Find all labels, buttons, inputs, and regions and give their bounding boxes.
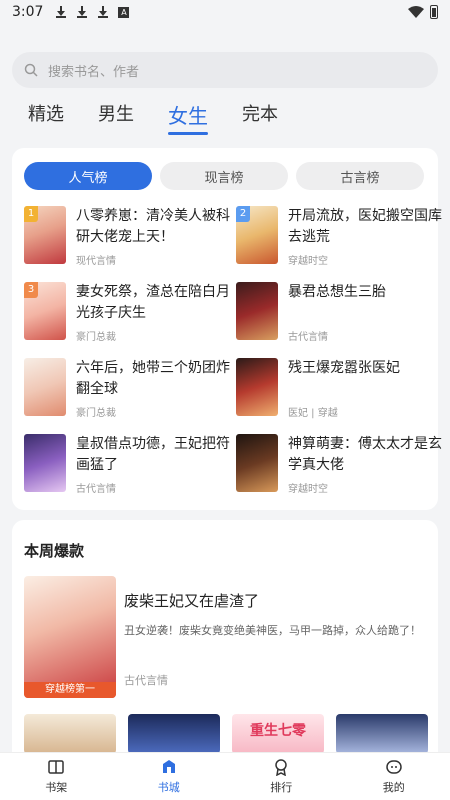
battery-icon [430,5,438,19]
featured-book[interactable]: 穿越榜第一 废柴王妃又在虐渣了 丑女逆袭！废柴女竟变绝美神医，马甲一路掉，众人给… [24,576,424,698]
book-thumbnail[interactable]: 重生七零 [232,714,324,754]
tab-male[interactable]: 男生 [98,100,134,135]
nav-label: 书架 [45,781,68,794]
store-icon [162,760,175,773]
book-tag: 古代言情 [288,332,328,343]
nav-label: 我的 [382,781,405,794]
book-item[interactable]: 2 开局流放，医妃搬空国库去逃荒 穿越时空 [236,206,442,270]
nav-profile[interactable]: 我的 [338,753,450,800]
section-title: 本周爆款 [24,542,85,560]
pill-popular[interactable]: 人气榜 [24,162,152,190]
ranking-pills: 人气榜 现言榜 古言榜 [24,162,424,190]
book-cover [236,358,278,416]
search-icon [24,63,38,77]
featured-book-cover: 穿越榜第一 [24,576,116,698]
nav-label: 书城 [157,781,180,794]
book-title: 开局流放，医妃搬空国库去逃荒 [288,208,442,245]
book-thumbnail[interactable] [24,714,116,754]
download-icon [97,6,109,18]
tab-female[interactable]: 女生 [168,100,208,135]
book-item[interactable]: 暴君总想生三胎 古代言情 [236,282,441,346]
book-tag: 豪门总裁 [76,332,116,343]
book-cover: 3 [24,282,66,340]
pill-ancient-romance[interactable]: 古言榜 [296,162,424,190]
book-tag: 现代言情 [76,256,116,267]
pill-modern-romance[interactable]: 现言榜 [160,162,288,190]
featured-book-description: 丑女逆袭！废柴女竟变绝美神医，马甲一路掉，众人给跪了！ [124,624,421,637]
book-tag: 豪门总裁 [76,408,116,419]
thumbnail-title: 重生七零 [250,723,306,739]
rank-badge: 2 [236,206,250,222]
book-open-icon [48,760,64,774]
book-thumbnails: 重生七零 [24,714,428,754]
book-tag: 医妃 | 穿越 [288,408,338,419]
book-cover [24,434,66,492]
book-title: 神算萌妻：傅太太才是玄学真大佬 [288,436,442,473]
book-title: 妻女死祭，渣总在陪白月光孩子庆生 [76,284,230,321]
category-tabs: 精选 男生 女生 完本 [28,100,312,135]
book-thumbnail[interactable] [336,714,428,754]
tab-featured[interactable]: 精选 [28,100,64,135]
featured-book-tag: 古代言情 [124,674,168,687]
book-cover [236,434,278,492]
book-item[interactable]: 3 妻女死祭，渣总在陪白月光孩子庆生 豪门总裁 [24,282,230,346]
ranking-card: 人气榜 现言榜 古言榜 1 八零养崽：清冷美人被科研大佬宠上天！ 现代言情 2 … [12,148,442,510]
nav-bookstore[interactable]: 书城 [113,753,226,800]
face-icon [386,760,402,774]
nav-bookshelf[interactable]: 书架 [0,753,113,800]
nav-ranking[interactable]: 排行 [225,753,338,800]
search-placeholder: 搜索书名、作者 [48,64,140,80]
download-icon [76,6,88,18]
status-bar: 3:07 A [0,0,450,24]
wifi-icon [408,6,424,18]
app-notification-icon: A [118,6,130,18]
rank-badge: 3 [24,282,38,298]
cover-banner: 穿越榜第一 [24,682,116,698]
book-cover [24,358,66,416]
book-item[interactable]: 六年后，她带三个奶团炸翻全球 豪门总裁 [24,358,230,422]
book-item[interactable]: 1 八零养崽：清冷美人被科研大佬宠上天！ 现代言情 [24,206,230,270]
book-cover: 1 [24,206,66,264]
rank-badge: 1 [24,206,38,222]
book-title: 八零养崽：清冷美人被科研大佬宠上天！ [76,208,230,245]
book-thumbnail[interactable] [128,714,220,754]
book-item[interactable]: 皇叔借点功德，王妃把符画猛了 古代言情 [24,434,230,498]
book-title: 六年后，她带三个奶团炸翻全球 [76,360,230,397]
book-tag: 穿越时空 [288,256,328,267]
book-title: 皇叔借点功德，王妃把符画猛了 [76,436,230,473]
book-cover: 2 [236,206,278,264]
nav-label: 排行 [270,781,293,794]
featured-book-title: 废柴王妃又在虐渣了 [124,592,260,610]
medal-icon [275,759,287,776]
book-tag: 穿越时空 [288,484,328,495]
book-tag: 古代言情 [76,484,116,495]
book-item[interactable]: 残王爆宠嚣张医妃 医妃 | 穿越 [236,358,441,422]
book-cover [236,282,278,340]
search-input[interactable]: 搜索书名、作者 [12,52,438,88]
book-title: 残王爆宠嚣张医妃 [288,360,400,376]
download-icon [55,6,67,18]
tab-completed[interactable]: 完本 [242,100,278,135]
book-item[interactable]: 神算萌妻：傅太太才是玄学真大佬 穿越时空 [236,434,442,498]
bottom-navigation: 书架 书城 排行 我的 [0,752,450,800]
book-title: 暴君总想生三胎 [288,284,386,300]
status-time: 3:07 [12,4,44,20]
